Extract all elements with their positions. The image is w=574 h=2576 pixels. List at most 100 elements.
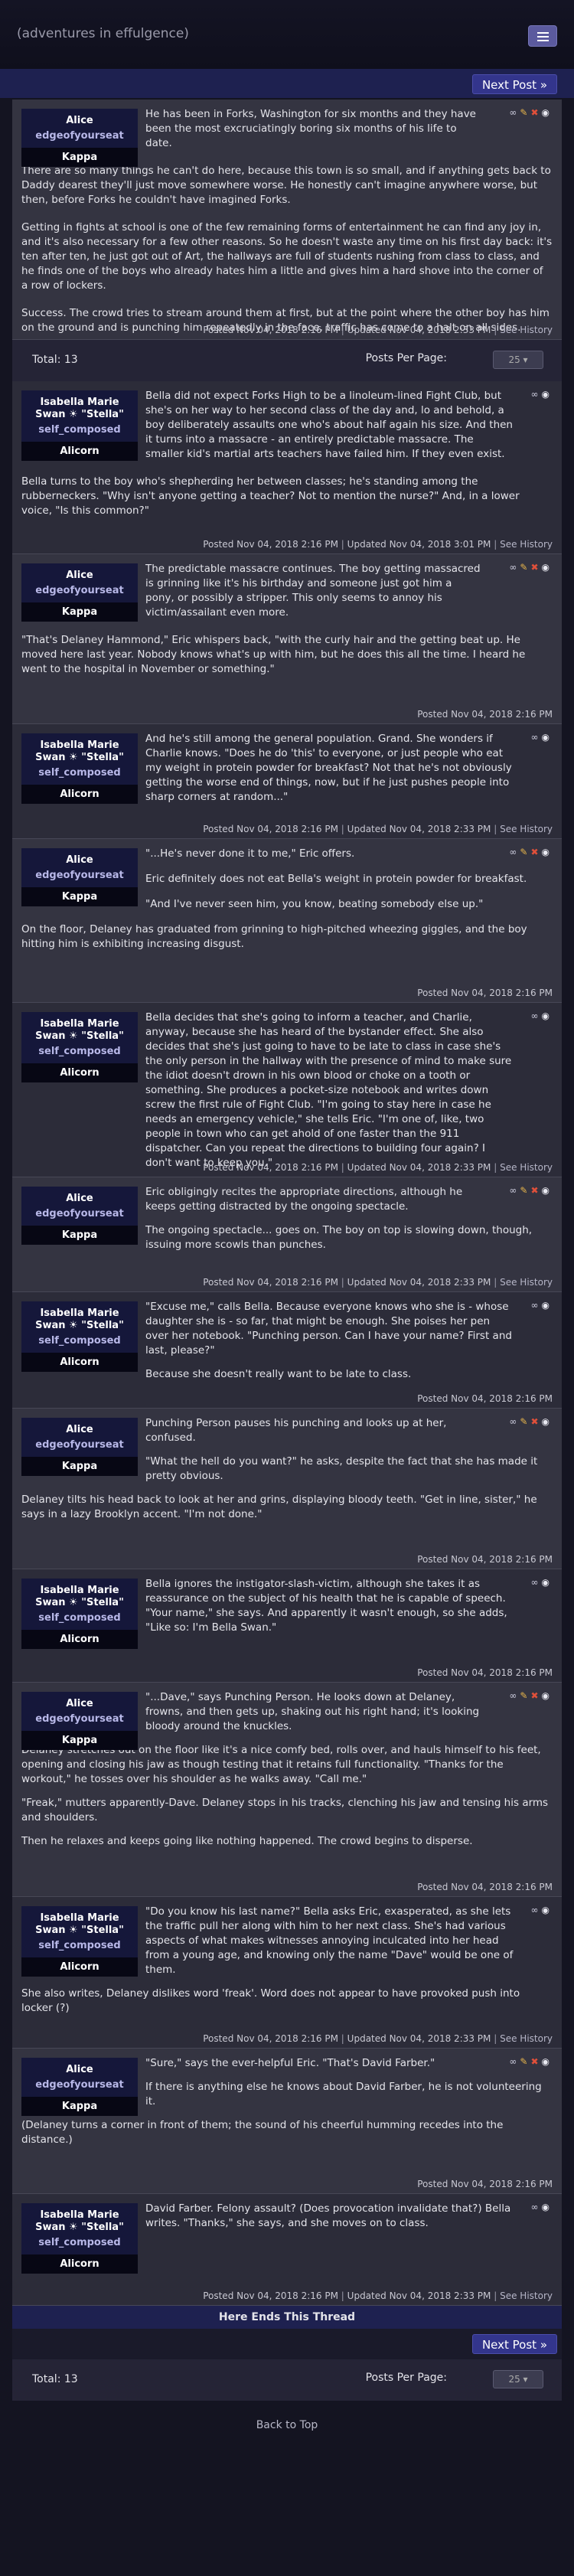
see-history-link[interactable]: See History <box>500 1277 553 1288</box>
character-username[interactable]: self_composed <box>21 423 138 442</box>
menu-button[interactable] <box>528 25 557 47</box>
character-name[interactable]: Isabella Marie Swan ☀ "Stella" <box>21 1579 138 1611</box>
character-name[interactable]: Isabella Marie Swan ☀ "Stella" <box>21 1012 138 1044</box>
edit-icon[interactable]: ✎ <box>520 847 530 857</box>
delete-icon[interactable]: ✖ <box>530 847 541 857</box>
eye-icon[interactable]: ◉ <box>542 107 553 118</box>
edit-icon[interactable]: ✎ <box>520 107 530 118</box>
link-icon[interactable]: ∞ <box>509 1690 520 1701</box>
post: Isabella Marie Swan ☀ "Stella" self_comp… <box>12 1897 562 2049</box>
character-name[interactable]: Alice <box>21 1418 138 1438</box>
eye-icon[interactable]: ◉ <box>542 1010 553 1021</box>
see-history-link[interactable]: See History <box>500 539 553 550</box>
site-title[interactable]: (adventures in effulgence) <box>17 26 189 41</box>
character-card: Isabella Marie Swan ☀ "Stella" self_comp… <box>21 1012 138 1082</box>
link-icon[interactable]: ∞ <box>509 1416 520 1427</box>
link-icon[interactable]: ∞ <box>531 2202 542 2212</box>
next-post-button[interactable]: Next Post » <box>471 2334 557 2354</box>
link-icon[interactable]: ∞ <box>509 1185 520 1196</box>
eye-icon[interactable]: ◉ <box>542 1300 553 1311</box>
posted-time: Posted Nov 04, 2018 2:16 PM <box>417 1393 553 1404</box>
character-name[interactable]: Alice <box>21 1187 138 1206</box>
link-icon[interactable]: ∞ <box>531 1010 542 1021</box>
link-icon[interactable]: ∞ <box>509 847 520 857</box>
link-icon[interactable]: ∞ <box>509 2056 520 2067</box>
character-affiliation: Kappa <box>21 887 138 906</box>
edit-icon[interactable]: ✎ <box>520 1690 530 1701</box>
link-icon[interactable]: ∞ <box>531 1300 542 1311</box>
eye-icon[interactable]: ◉ <box>542 1416 553 1427</box>
delete-icon[interactable]: ✖ <box>530 2056 541 2067</box>
link-icon[interactable]: ∞ <box>509 562 520 573</box>
character-name[interactable]: Isabella Marie Swan ☀ "Stella" <box>21 1906 138 1938</box>
posted-time: Posted Nov 04, 2018 2:16 PM <box>203 824 338 834</box>
link-icon[interactable]: ∞ <box>531 1905 542 1915</box>
delete-icon[interactable]: ✖ <box>530 1690 541 1701</box>
eye-icon[interactable]: ◉ <box>542 2056 553 2067</box>
character-username[interactable]: edgeofyourseat <box>21 1206 138 1226</box>
edit-icon[interactable]: ✎ <box>520 2056 530 2067</box>
edit-icon[interactable]: ✎ <box>520 562 530 573</box>
per-page-select[interactable]: 25 ▾ <box>493 2370 543 2388</box>
post-paragraph: Delaney tilts his head back to look at h… <box>21 1494 537 1520</box>
character-username[interactable]: self_composed <box>21 766 138 785</box>
character-username[interactable]: edgeofyourseat <box>21 2078 138 2097</box>
post: Isabella Marie Swan ☀ "Stella" self_comp… <box>12 381 562 554</box>
see-history-link[interactable]: See History <box>500 325 553 335</box>
link-icon[interactable]: ∞ <box>509 107 520 118</box>
see-history-link[interactable]: See History <box>500 2290 553 2301</box>
character-name[interactable]: Alice <box>21 1692 138 1712</box>
character-name[interactable]: Alice <box>21 109 138 129</box>
back-to-top-link[interactable]: Back to Top <box>0 2401 574 2431</box>
eye-icon[interactable]: ◉ <box>542 847 553 857</box>
eye-icon[interactable]: ◉ <box>542 562 553 573</box>
character-username[interactable]: self_composed <box>21 2235 138 2254</box>
post-paragraph: She also writes, Delaney dislikes word '… <box>21 1987 520 2014</box>
character-username[interactable]: edgeofyourseat <box>21 1438 138 1457</box>
character-username[interactable]: self_composed <box>21 1334 138 1353</box>
eye-icon[interactable]: ◉ <box>542 2202 553 2212</box>
per-page-select[interactable]: 25 ▾ <box>493 351 543 369</box>
eye-icon[interactable]: ◉ <box>542 1690 553 1701</box>
next-post-button[interactable]: Next Post » <box>471 74 557 94</box>
character-username[interactable]: edgeofyourseat <box>21 1712 138 1731</box>
character-name[interactable]: Isabella Marie Swan ☀ "Stella" <box>21 2203 138 2235</box>
eye-icon[interactable]: ◉ <box>542 1577 553 1588</box>
see-history-link[interactable]: See History <box>500 1162 553 1173</box>
character-username[interactable]: edgeofyourseat <box>21 583 138 602</box>
character-affiliation: Alicorn <box>21 1353 138 1372</box>
link-icon[interactable]: ∞ <box>531 1577 542 1588</box>
character-name[interactable]: Isabella Marie Swan ☀ "Stella" <box>21 733 138 766</box>
character-username[interactable]: edgeofyourseat <box>21 868 138 887</box>
eye-icon[interactable]: ◉ <box>542 1905 553 1915</box>
character-name[interactable]: Isabella Marie Swan ☀ "Stella" <box>21 1301 138 1334</box>
delete-icon[interactable]: ✖ <box>530 562 541 573</box>
character-username[interactable]: self_composed <box>21 1044 138 1063</box>
link-icon[interactable]: ∞ <box>531 732 542 743</box>
character-username[interactable]: self_composed <box>21 1938 138 1957</box>
see-history-link[interactable]: See History <box>500 824 553 834</box>
eye-icon[interactable]: ◉ <box>542 1185 553 1196</box>
delete-icon[interactable]: ✖ <box>530 1185 541 1196</box>
link-icon[interactable]: ∞ <box>531 389 542 400</box>
character-name[interactable]: Alice <box>21 563 138 583</box>
character-card: Isabella Marie Swan ☀ "Stella" self_comp… <box>21 1579 138 1649</box>
delete-icon[interactable]: ✖ <box>530 1416 541 1427</box>
eye-icon[interactable]: ◉ <box>542 389 553 400</box>
character-username[interactable]: self_composed <box>21 1611 138 1630</box>
delete-icon[interactable]: ✖ <box>530 107 541 118</box>
top-header: (adventures in effulgence) <box>0 0 574 69</box>
edit-icon[interactable]: ✎ <box>520 1416 530 1427</box>
character-name[interactable]: Alice <box>21 2058 138 2078</box>
character-name[interactable]: Alice <box>21 848 138 868</box>
character-card: Alice edgeofyourseat Kappa <box>21 109 138 167</box>
character-affiliation: Alicorn <box>21 1063 138 1082</box>
eye-icon[interactable]: ◉ <box>542 732 553 743</box>
edit-icon[interactable]: ✎ <box>520 1185 530 1196</box>
post-footer: Posted Nov 04, 2018 2:16 PM <box>417 1550 562 1569</box>
character-username[interactable]: edgeofyourseat <box>21 129 138 148</box>
see-history-link[interactable]: See History <box>500 2033 553 2044</box>
posted-time: Posted Nov 04, 2018 2:16 PM <box>417 988 553 998</box>
updated-time: Updated Nov 04, 2018 2:33 PM <box>347 2033 491 2044</box>
character-name[interactable]: Isabella Marie Swan ☀ "Stella" <box>21 390 138 423</box>
